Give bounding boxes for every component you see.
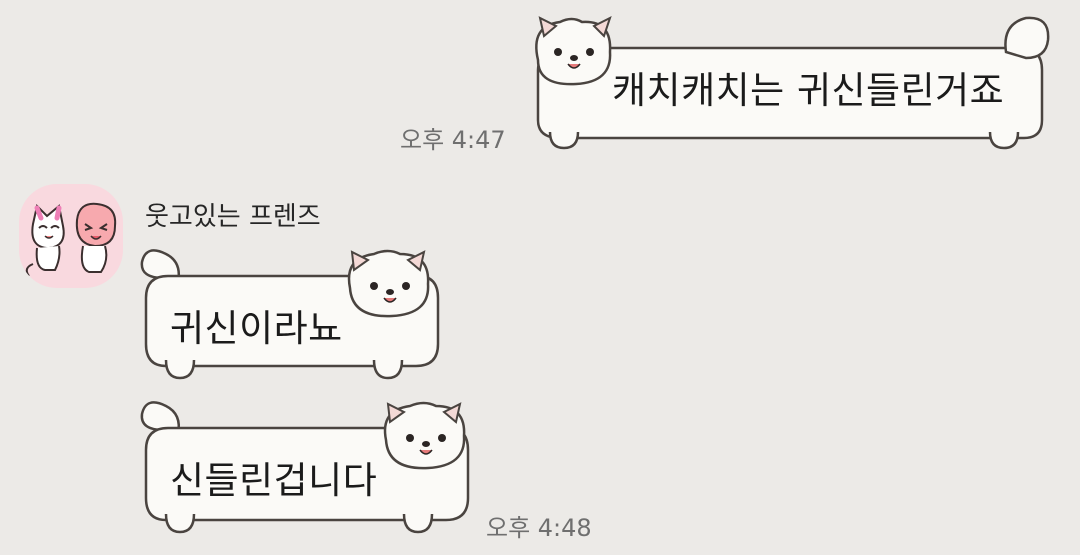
friend-avatar[interactable] [19, 184, 123, 288]
message-text: 신들린겁니다 [170, 459, 378, 502]
message-text: 캐치캐치는 귀신들린거죠 [612, 69, 1005, 112]
sender-name: 웃고있는 프렌즈 [145, 202, 321, 232]
incoming-message-bubble[interactable]: 신들린겁니다 [138, 400, 478, 540]
message-text: 귀신이라뇨 [170, 307, 343, 350]
outgoing-message-bubble[interactable]: 캐치캐치는 귀신들린거죠 [520, 14, 1050, 154]
incoming-message-bubble[interactable]: 귀신이라뇨 [138, 248, 448, 384]
cat-and-peach-avatar-icon [25, 202, 117, 277]
message-timestamp: 오후 4:47 [400, 126, 506, 154]
message-timestamp: 오후 4:48 [486, 514, 592, 542]
